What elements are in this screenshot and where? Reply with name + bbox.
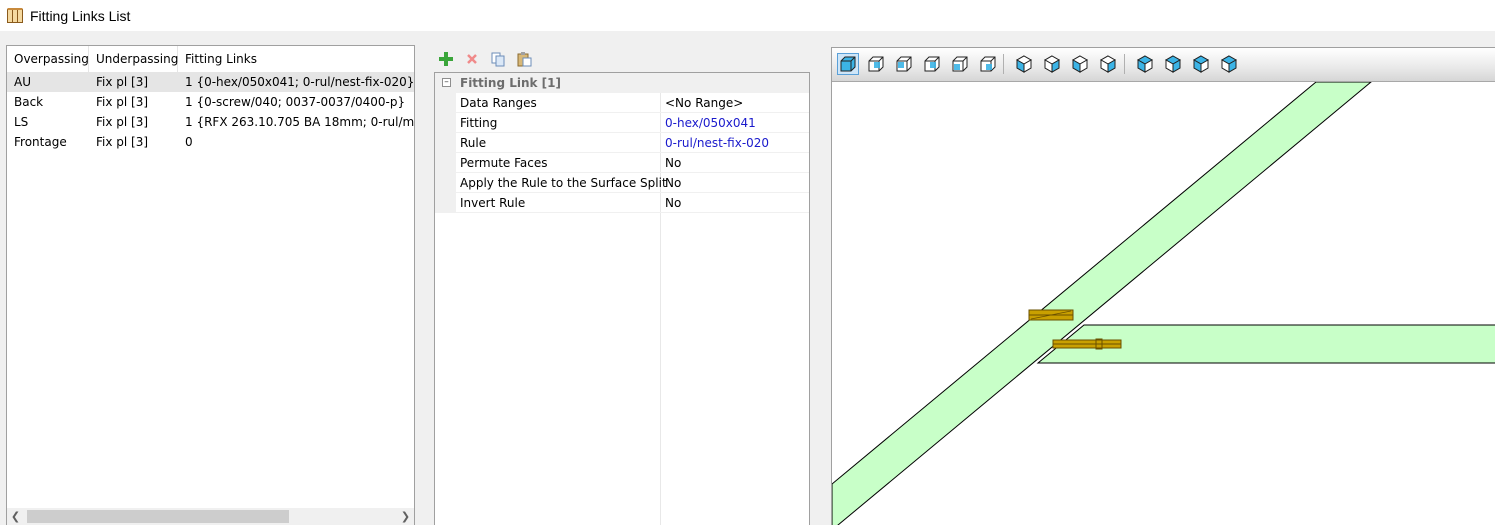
- cell-fitting-links: 1 {0-hex/050x041; 0-rul/nest-fix-020}: [185, 75, 414, 89]
- property-row[interactable]: Fitting 0-hex/050x041: [456, 113, 809, 133]
- view-front-icon: [840, 56, 856, 72]
- view-toolbar: [832, 48, 1495, 82]
- category-label: Fitting Link [1]: [460, 76, 561, 90]
- paste-icon: [517, 52, 532, 67]
- property-name: Data Ranges: [460, 96, 537, 110]
- cell-underpassing: Fix pl [3]: [96, 135, 149, 149]
- column-header-underpassing[interactable]: Underpassing: [89, 46, 178, 72]
- chevron-right-icon[interactable]: ❯: [397, 508, 414, 525]
- fitting-links-list[interactable]: Overpassing Underpassing Fitting Links A…: [6, 45, 415, 525]
- view-iso-5-icon: [1136, 55, 1154, 73]
- cell-underpassing: Fix pl [3]: [96, 115, 149, 129]
- property-category[interactable]: – Fitting Link [1]: [435, 73, 809, 93]
- view-iso-2-icon: [1043, 55, 1061, 73]
- cell-fitting-links: 0: [185, 135, 193, 149]
- property-value[interactable]: No: [665, 173, 681, 193]
- view-iso-6-button[interactable]: [1162, 53, 1184, 75]
- property-value[interactable]: No: [665, 153, 681, 173]
- view-iso-7-icon: [1192, 55, 1210, 73]
- toolbar-separator: [1003, 54, 1004, 74]
- scrollbar-thumb[interactable]: [27, 510, 289, 523]
- view-iso-5-button[interactable]: [1134, 53, 1156, 75]
- property-name: Invert Rule: [460, 196, 526, 210]
- property-gutter: [435, 93, 456, 213]
- cell-overpassing: AU: [14, 75, 31, 89]
- view-left-button[interactable]: [893, 53, 915, 75]
- view-iso-3-icon: [1071, 55, 1089, 73]
- view-top-button[interactable]: [949, 53, 971, 75]
- cell-underpassing: Fix pl [3]: [96, 95, 149, 109]
- property-name: Apply the Rule to the Surface Split: [460, 176, 667, 190]
- diagonal-panel: [832, 82, 1372, 525]
- preview-viewer[interactable]: [831, 47, 1495, 525]
- view-iso-8-button[interactable]: [1218, 53, 1240, 75]
- view-left-icon: [896, 56, 912, 72]
- toolbar-separator: [1124, 54, 1125, 74]
- chevron-left-icon[interactable]: ❮: [7, 508, 24, 525]
- property-value[interactable]: 0-rul/nest-fix-020: [665, 133, 769, 153]
- view-iso-6-icon: [1164, 55, 1182, 73]
- add-icon: [439, 52, 453, 66]
- copy-icon: [491, 52, 505, 67]
- view-iso-3-button[interactable]: [1069, 53, 1091, 75]
- property-row[interactable]: Apply the Rule to the Surface Split No: [456, 173, 809, 193]
- property-row[interactable]: Invert Rule No: [456, 193, 809, 213]
- view-iso-1-icon: [1015, 55, 1033, 73]
- property-name: Fitting: [460, 116, 498, 130]
- view-right-button[interactable]: [921, 53, 943, 75]
- column-header-fitting-links[interactable]: Fitting Links: [178, 46, 414, 72]
- cell-fitting-links: 1 {0-screw/040; 0037-0037/0400-p}: [185, 95, 406, 109]
- cell-underpassing: Fix pl [3]: [96, 75, 149, 89]
- fitting-link-toolbar: [436, 48, 534, 70]
- property-value[interactable]: No: [665, 193, 681, 213]
- property-name: Rule: [460, 136, 487, 150]
- cell-overpassing: Frontage: [14, 135, 67, 149]
- view-bottom-icon: [980, 56, 996, 72]
- list-row[interactable]: Back Fix pl [3] 1 {0-screw/040; 0037-003…: [7, 92, 414, 112]
- property-name: Permute Faces: [460, 156, 548, 170]
- property-value[interactable]: <No Range>: [665, 93, 743, 113]
- copy-button[interactable]: [488, 49, 508, 69]
- list-row[interactable]: Frontage Fix pl [3] 0: [7, 132, 414, 152]
- fitting-marker[interactable]: [1052, 338, 1122, 350]
- cabinet-icon: [7, 7, 23, 23]
- column-header-overpassing[interactable]: Overpassing: [7, 46, 89, 72]
- fitting-marker[interactable]: [1028, 309, 1074, 321]
- view-iso-4-icon: [1099, 55, 1117, 73]
- preview-canvas[interactable]: [832, 82, 1495, 525]
- view-front-button[interactable]: [837, 53, 859, 75]
- view-iso-2-button[interactable]: [1041, 53, 1063, 75]
- list-header: Overpassing Underpassing Fitting Links: [7, 46, 414, 72]
- property-row[interactable]: Rule 0-rul/nest-fix-020: [456, 133, 809, 153]
- view-iso-8-icon: [1220, 55, 1238, 73]
- window-title: Fitting Links List: [30, 7, 131, 24]
- add-button[interactable]: [436, 49, 456, 69]
- view-back-button[interactable]: [865, 53, 887, 75]
- view-back-icon: [868, 56, 884, 72]
- paste-button[interactable]: [514, 49, 534, 69]
- view-iso-1-button[interactable]: [1013, 53, 1035, 75]
- collapse-icon[interactable]: –: [442, 78, 451, 87]
- title-bar: Fitting Links List: [0, 0, 1495, 31]
- property-grid[interactable]: – Fitting Link [1] Data Ranges <No Range…: [434, 72, 810, 525]
- cell-overpassing: Back: [14, 95, 44, 109]
- cell-overpassing: LS: [14, 115, 29, 129]
- view-bottom-button[interactable]: [977, 53, 999, 75]
- property-value[interactable]: 0-hex/050x041: [665, 113, 756, 133]
- cell-fitting-links: 1 {RFX 263.10.705 BA 18mm; 0-rul/min: [185, 115, 414, 129]
- list-row[interactable]: LS Fix pl [3] 1 {RFX 263.10.705 BA 18mm;…: [7, 112, 414, 132]
- view-iso-4-button[interactable]: [1097, 53, 1119, 75]
- property-row[interactable]: Data Ranges <No Range>: [456, 93, 809, 113]
- list-row[interactable]: AU Fix pl [3] 1 {0-hex/050x041; 0-rul/ne…: [7, 72, 414, 92]
- view-right-icon: [924, 56, 940, 72]
- property-row[interactable]: Permute Faces No: [456, 153, 809, 173]
- view-top-icon: [952, 56, 968, 72]
- delete-button[interactable]: [462, 49, 482, 69]
- view-iso-7-button[interactable]: [1190, 53, 1212, 75]
- horizontal-scrollbar[interactable]: ❮ ❯: [7, 508, 414, 525]
- delete-icon: [467, 54, 477, 64]
